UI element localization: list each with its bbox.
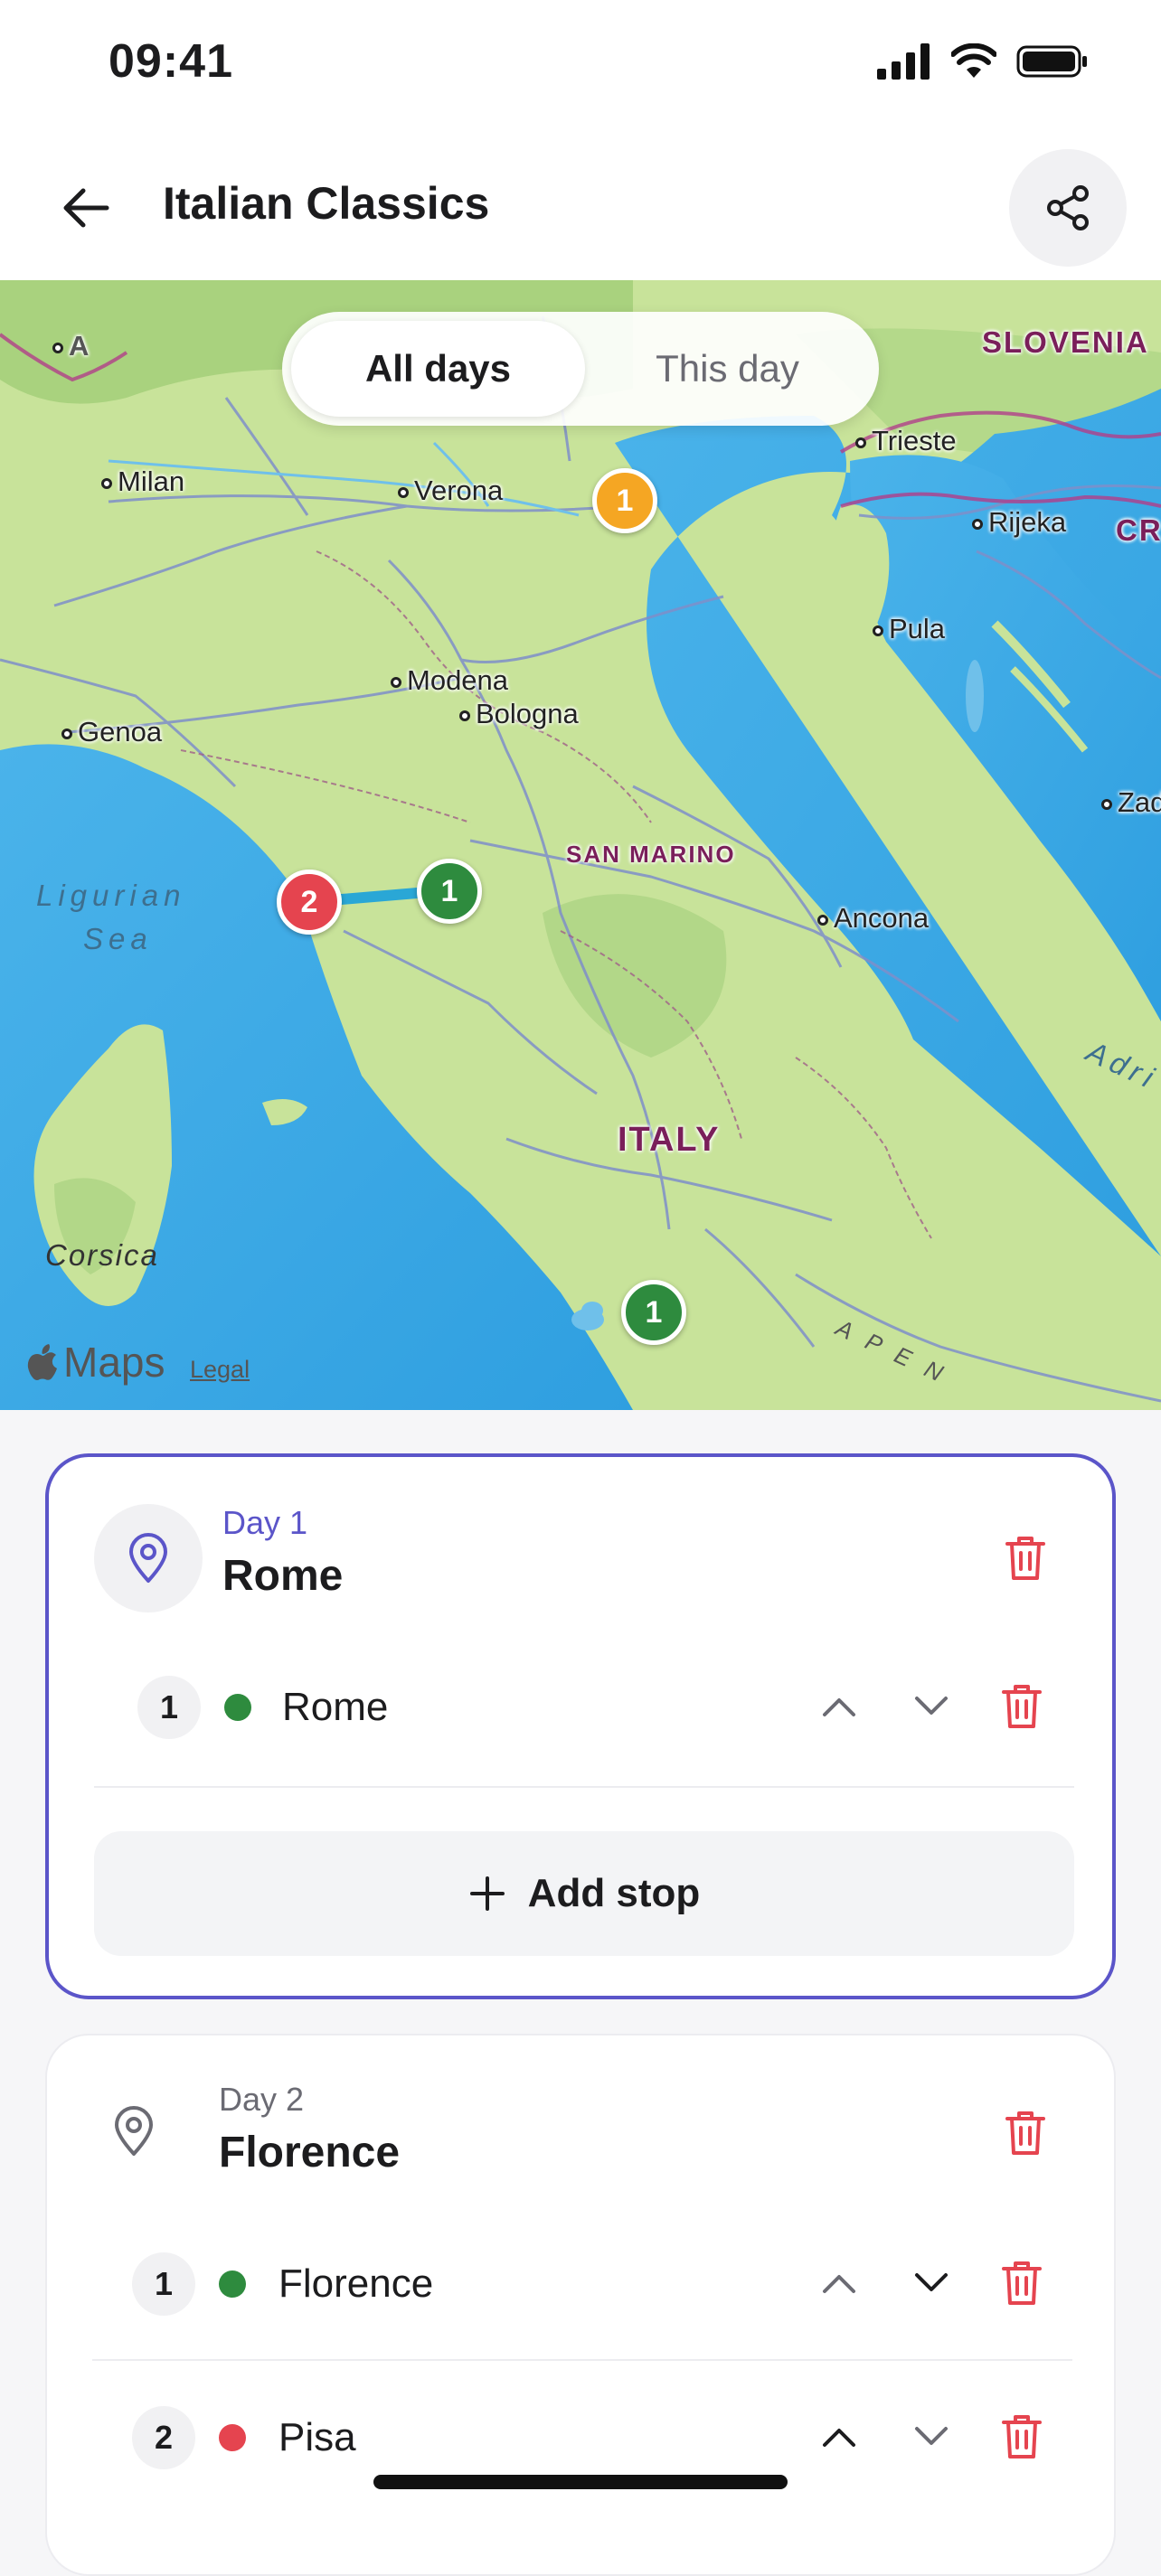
map-label-city: A (52, 330, 89, 362)
map-pin[interactable]: 1 (621, 1280, 686, 1345)
wifi-icon (951, 43, 996, 78)
chevron-up-icon (823, 1698, 855, 1716)
chevron-up-icon (823, 2429, 855, 2447)
map-label-country: SLOVENIA (982, 325, 1149, 359)
map-label-city: Rijeka (972, 506, 1066, 539)
add-stop-button[interactable]: Add stop (94, 1831, 1074, 1956)
map-label-city: Bologna (459, 698, 579, 730)
share-button[interactable] (1009, 149, 1127, 267)
stop-dot (224, 1694, 251, 1721)
map-label-country: CR (1116, 513, 1161, 547)
delete-stop-button[interactable] (986, 1670, 1058, 1743)
move-down-button[interactable] (895, 1670, 968, 1743)
day-icon (80, 2077, 188, 2186)
delete-stop-button[interactable] (986, 2247, 1058, 2319)
map-label-island: Corsica (45, 1238, 159, 1272)
map-pin-icon (115, 2106, 153, 2156)
home-indicator (373, 2475, 788, 2489)
stop-dot (219, 2424, 246, 2451)
delete-day-button[interactable] (989, 2097, 1062, 2169)
segment-this-day[interactable]: This day (585, 321, 870, 417)
map-label-city: Pula (873, 613, 945, 645)
chevron-down-icon (915, 1697, 948, 1715)
maps-text: Maps (63, 1339, 165, 1386)
map-label-city: Genoa (61, 716, 162, 748)
day-label: Day 1 (222, 1504, 308, 1541)
back-arrow-icon (63, 188, 109, 228)
stop-name: Florence (278, 2261, 434, 2306)
stop-dot (219, 2270, 246, 2298)
status-icons (877, 43, 1089, 80)
chevron-down-icon (915, 2273, 948, 2291)
day-city: Florence (219, 2129, 401, 2176)
header: Italian Classics (0, 136, 1161, 280)
share-icon (1047, 185, 1089, 230)
map-pin-icon (129, 1533, 167, 1583)
move-up-button[interactable] (803, 2401, 875, 2473)
plus-icon (469, 1876, 505, 1911)
move-up-button[interactable] (803, 1670, 875, 1743)
map-label-city: Zad (1101, 786, 1161, 819)
day-city: Rome (222, 1552, 344, 1600)
signal-icon (877, 43, 930, 80)
map-label-sea: Sea (83, 922, 153, 955)
map-pin[interactable]: 1 (417, 859, 482, 924)
map-label-sea: Ligurian (36, 879, 186, 912)
trash-icon (1002, 2415, 1042, 2458)
apple-logo-icon (27, 1344, 57, 1380)
stop-number: 2 (132, 2406, 195, 2469)
page-title: Italian Classics (163, 178, 490, 229)
day-label: Day 2 (219, 2081, 305, 2118)
day-card[interactable]: Day 2 Florence 1 Florence 2 Pisa (45, 2034, 1116, 2576)
chevron-up-icon (823, 2275, 855, 2293)
chevron-down-icon (915, 2427, 948, 2445)
map-pin[interactable]: 2 (277, 870, 342, 935)
stop-number: 1 (132, 2252, 195, 2316)
map-view[interactable]: SLOVENIA CR A Milan Verona Trieste Rijek… (0, 280, 1161, 1410)
map-label-city: Milan (101, 465, 184, 498)
map-label-city: Verona (398, 475, 503, 507)
map-pin[interactable]: 1 (592, 468, 657, 533)
trash-icon (1002, 2261, 1042, 2305)
segment-all-days[interactable]: All days (291, 321, 585, 417)
day-icon (94, 1504, 203, 1612)
move-down-button[interactable] (895, 2247, 968, 2319)
map-label-country: ITALY (618, 1121, 721, 1159)
divider (92, 2359, 1072, 2361)
trash-icon (1005, 2111, 1045, 2155)
map-label-country: SAN MARINO (566, 841, 736, 868)
status-time: 09:41 (109, 35, 233, 88)
legal-link[interactable]: Legal (190, 1356, 250, 1384)
stop-name: Rome (282, 1685, 389, 1729)
back-button[interactable] (45, 172, 127, 244)
battery-icon (1016, 45, 1087, 78)
add-stop-label: Add stop (527, 1871, 701, 1915)
stop-number: 1 (137, 1676, 201, 1739)
map-label-city: Modena (391, 664, 508, 697)
trash-icon (1005, 1537, 1045, 1580)
delete-day-button[interactable] (989, 1522, 1062, 1594)
trash-icon (1002, 1685, 1042, 1728)
day-filter-segmented-control: All days This day (282, 312, 879, 426)
day-card[interactable]: Day 1 Rome 1 Rome Add stop (45, 1453, 1116, 1999)
status-bar: 09:41 (0, 0, 1161, 136)
maps-attribution: Maps (27, 1338, 165, 1387)
map-label-city: Ancona (817, 902, 929, 935)
move-up-button[interactable] (803, 2247, 875, 2319)
divider (94, 1786, 1074, 1788)
move-down-button[interactable] (895, 2401, 968, 2473)
stop-name: Pisa (278, 2415, 356, 2459)
delete-stop-button[interactable] (986, 2401, 1058, 2473)
map-label-city: Trieste (855, 425, 957, 457)
